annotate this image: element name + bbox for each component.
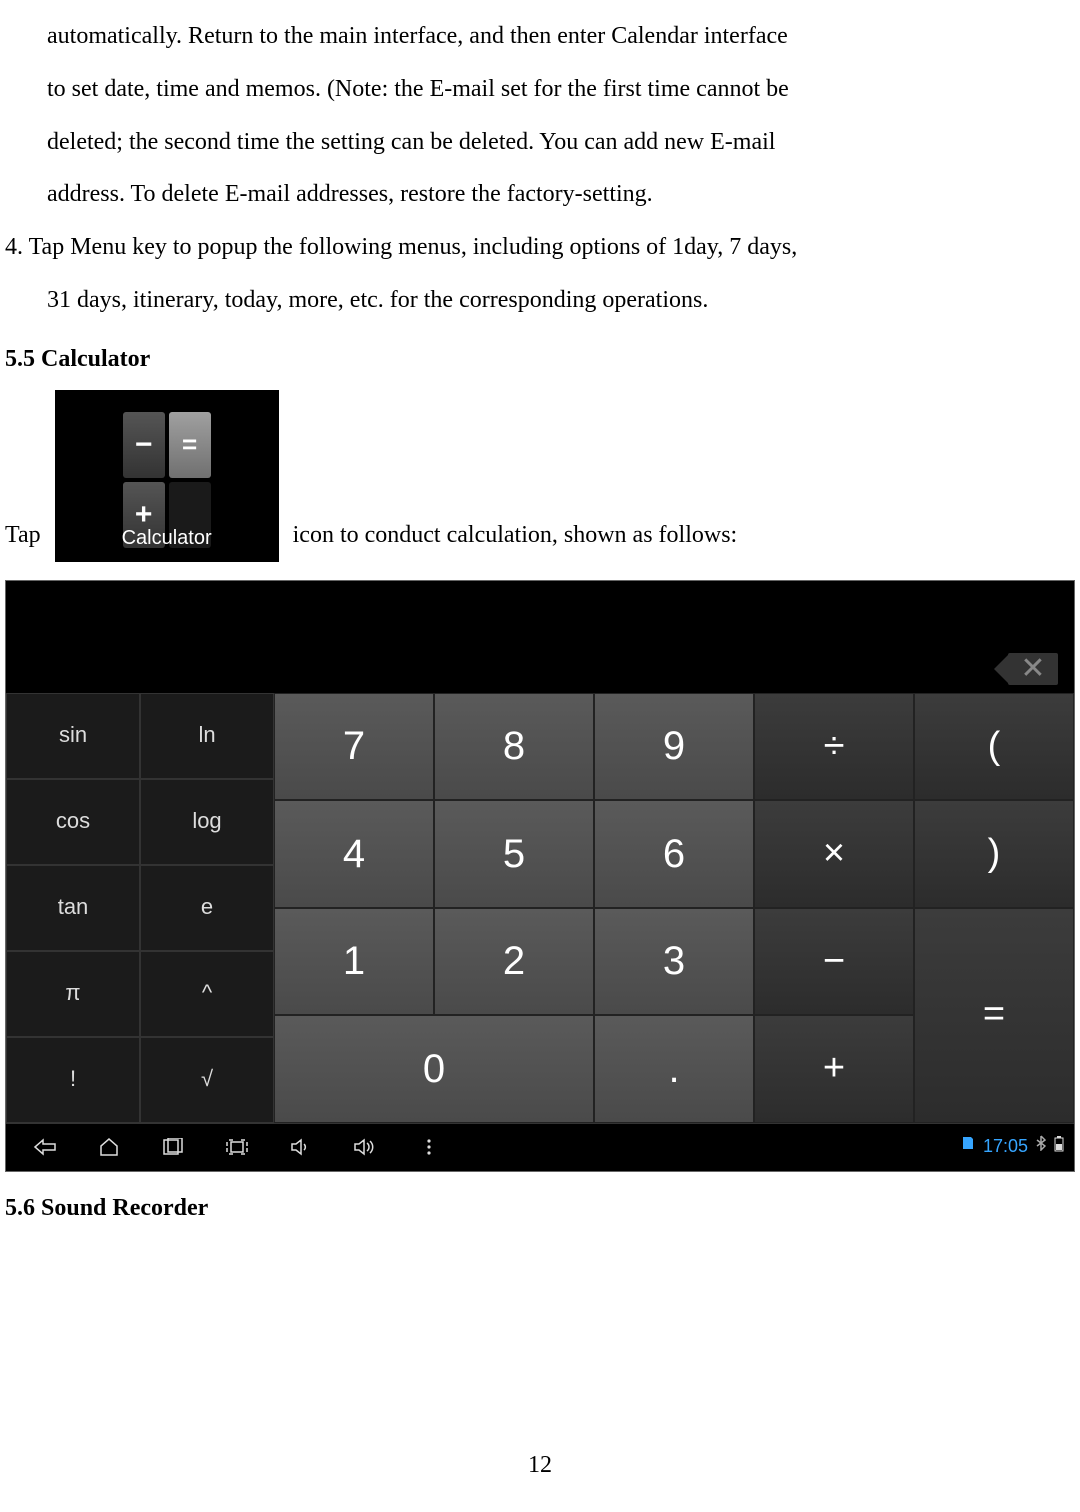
paragraph-line: to set date, time and memos. (Note: the … [5, 63, 1075, 116]
page-number: 12 [0, 1439, 1080, 1492]
back-nav-button[interactable] [16, 1128, 74, 1166]
section-heading-calculator: 5.5 Calculator [5, 333, 1075, 386]
system-navbar: 17:05 [6, 1123, 1074, 1171]
scientific-pad: sin ln cos log tan e π ^ ! √ [6, 693, 274, 1123]
decimal-point-button[interactable]: . [594, 1015, 754, 1123]
paragraph-line: 31 days, itinerary, today, more, etc. fo… [5, 274, 1075, 327]
volume-down-nav-button[interactable] [272, 1128, 330, 1166]
calculator-icon-label: Calculator [122, 516, 212, 560]
close-paren-button[interactable]: ) [914, 800, 1074, 908]
digit-4-button[interactable]: 4 [274, 800, 434, 908]
paragraph-line: deleted; the second time the setting can… [5, 116, 1075, 169]
multiply-button[interactable]: × [754, 800, 914, 908]
open-paren-button[interactable]: ( [914, 693, 1074, 801]
status-bar: 17:05 [961, 1127, 1064, 1167]
more-nav-button[interactable] [400, 1128, 458, 1166]
log-button[interactable]: log [140, 779, 274, 865]
digit-2-button[interactable]: 2 [434, 908, 594, 1016]
recents-nav-button[interactable] [144, 1128, 202, 1166]
digit-9-button[interactable]: 9 [594, 693, 754, 801]
backspace-button[interactable]: ✕ [1008, 653, 1058, 685]
bluetooth-icon [1036, 1129, 1046, 1164]
calc-icon-tile-minus: − [123, 412, 165, 478]
add-button[interactable]: + [754, 1015, 914, 1123]
sd-card-icon [961, 1129, 975, 1164]
section-heading-sound-recorder: 5.6 Sound Recorder [5, 1182, 1075, 1235]
calculator-display: ✕ [6, 581, 1074, 693]
digit-8-button[interactable]: 8 [434, 693, 594, 801]
backspace-icon: ✕ [1020, 636, 1045, 702]
volume-up-nav-button[interactable] [336, 1128, 394, 1166]
e-button[interactable]: e [140, 865, 274, 951]
digit-7-button[interactable]: 7 [274, 693, 434, 801]
calc-icon-tile-equals: = [169, 412, 211, 478]
pi-button[interactable]: π [6, 951, 140, 1037]
paragraph-line: automatically. Return to the main interf… [5, 10, 1075, 63]
paragraph-line: 4. Tap Menu key to popup the following m… [5, 221, 1075, 274]
subtract-button[interactable]: − [754, 908, 914, 1016]
ln-button[interactable]: ln [140, 693, 274, 779]
power-button[interactable]: ^ [140, 951, 274, 1037]
battery-icon [1054, 1127, 1064, 1167]
factorial-button[interactable]: ! [6, 1037, 140, 1123]
digit-3-button[interactable]: 3 [594, 908, 754, 1016]
digit-1-button[interactable]: 1 [274, 908, 434, 1016]
sin-button[interactable]: sin [6, 693, 140, 779]
clock-time: 17:05 [983, 1127, 1028, 1167]
operator-pad: ÷ ( × ) − = + [754, 693, 1074, 1123]
cos-button[interactable]: cos [6, 779, 140, 865]
home-nav-button[interactable] [80, 1128, 138, 1166]
digit-0-button[interactable]: 0 [274, 1015, 594, 1123]
paragraph-line: address. To delete E-mail addresses, res… [5, 168, 1075, 221]
calculator-screenshot: ✕ sin ln cos log tan e π ^ ! √ 7 8 9 4 5 [5, 580, 1075, 1172]
tap-text-post: icon to conduct calculation, shown as fo… [293, 509, 738, 562]
digit-5-button[interactable]: 5 [434, 800, 594, 908]
screenshot-nav-button[interactable] [208, 1128, 266, 1166]
equals-button[interactable]: = [914, 908, 1074, 1123]
number-pad: 7 8 9 4 5 6 1 2 3 0 . [274, 693, 754, 1123]
digit-6-button[interactable]: 6 [594, 800, 754, 908]
sqrt-button[interactable]: √ [140, 1037, 274, 1123]
divide-button[interactable]: ÷ [754, 693, 914, 801]
tap-text-pre: Tap [5, 509, 41, 562]
calculator-app-icon: − = + Calculator [55, 390, 279, 562]
tan-button[interactable]: tan [6, 865, 140, 951]
